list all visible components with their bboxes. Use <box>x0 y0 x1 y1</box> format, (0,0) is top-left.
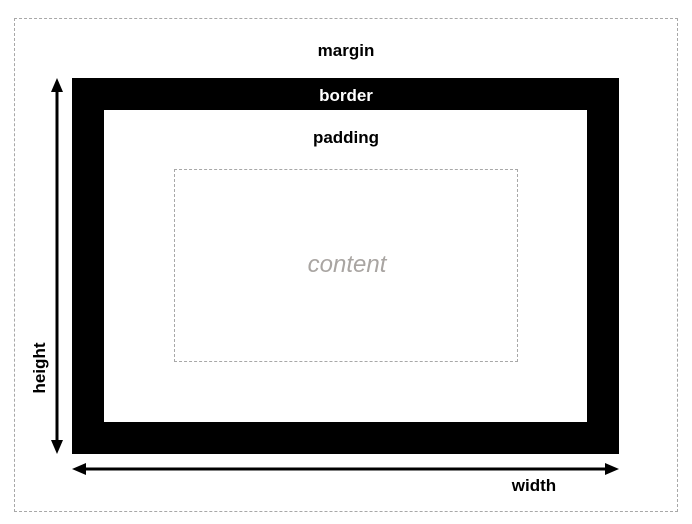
height-label: height <box>30 342 49 394</box>
width-label: width <box>511 476 557 495</box>
content-label: content <box>307 251 387 278</box>
height-arrow <box>51 78 63 454</box>
padding-label: padding <box>312 128 380 147</box>
width-arrow <box>72 463 619 475</box>
box-model-diagram: margin border padding content width heig… <box>0 0 692 524</box>
margin-label: margin <box>317 41 375 60</box>
border-label: border <box>319 86 373 105</box>
